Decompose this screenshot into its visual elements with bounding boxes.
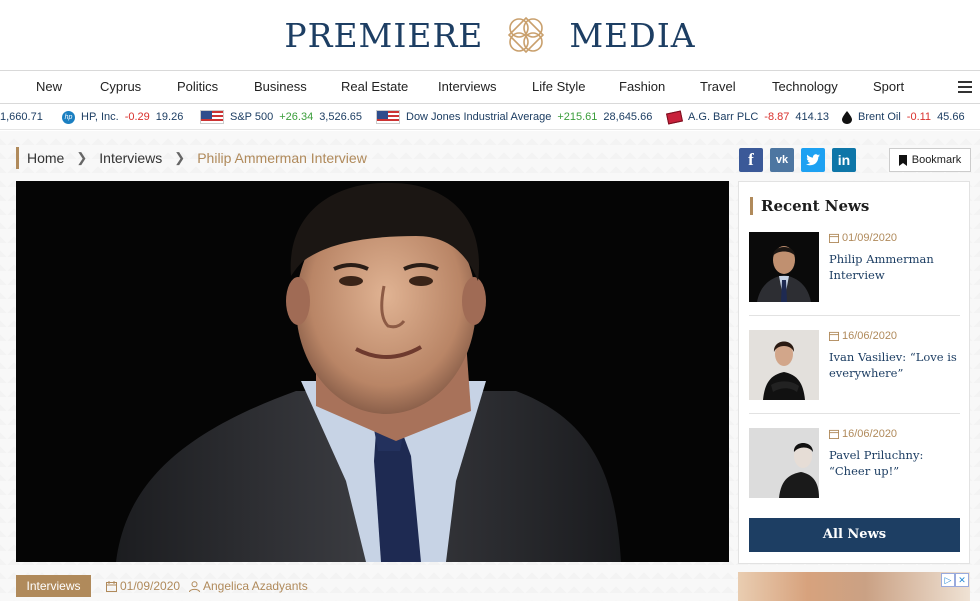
- nav-item-new[interactable]: New: [36, 71, 62, 103]
- linkedin-share-button[interactable]: in: [832, 148, 856, 172]
- news-date: 01/09/2020: [829, 232, 897, 244]
- breadcrumb-home[interactable]: Home: [27, 150, 64, 166]
- article-hero-image[interactable]: [16, 181, 729, 562]
- news-item[interactable]: 16/06/2020 Ivan Vasiliev: “Love is every…: [749, 330, 960, 402]
- nav-item-real-estate[interactable]: Real Estate: [341, 71, 408, 103]
- news-title[interactable]: Pavel Priluchny: “Cheer up!”: [829, 447, 960, 479]
- hp-logo-icon: hp: [62, 110, 75, 124]
- news-thumbnail: [749, 428, 819, 498]
- vk-share-button[interactable]: vk: [770, 148, 794, 172]
- logo-text-left: PREMIERE: [284, 15, 484, 55]
- divider: [749, 413, 960, 414]
- news-title[interactable]: Philip Ammerman Interview: [829, 251, 960, 283]
- news-item[interactable]: 16/06/2020 Pavel Priluchny: “Cheer up!”: [749, 428, 960, 500]
- oil-drop-icon: [842, 110, 852, 124]
- news-title[interactable]: Ivan Vasiliev: “Love is everywhere”: [829, 349, 960, 381]
- stock-ticker: 1,660.71 hp HP, Inc. -0.29 19.26 S&P 500…: [0, 104, 980, 130]
- ticker-item[interactable]: A.G. Barr PLC -8.87 414.13: [666, 104, 829, 129]
- calendar-icon: [829, 331, 839, 341]
- twitter-share-button[interactable]: [801, 148, 825, 172]
- calendar-icon: [106, 580, 117, 592]
- calendar-icon: [829, 429, 839, 439]
- ad-choices-badge[interactable]: ▷ ✕: [941, 573, 969, 587]
- category-tag[interactable]: Interviews: [16, 575, 91, 597]
- nav-item-fashion[interactable]: Fashion: [619, 71, 665, 103]
- all-news-button[interactable]: All News: [749, 518, 960, 552]
- chevron-right-icon: ❯: [76, 150, 88, 165]
- nav-item-sport[interactable]: Sport: [873, 71, 904, 103]
- recent-news-title: Recent News: [750, 197, 869, 215]
- breadcrumb: Home ❯ Interviews ❯ Philip Ammerman Inte…: [16, 147, 367, 169]
- ticker-item[interactable]: Dow Jones Industrial Average +215.61 28,…: [376, 104, 652, 129]
- bookmark-button[interactable]: Bookmark: [889, 148, 971, 172]
- calendar-icon: [829, 233, 839, 243]
- logo-text-right: MEDIA: [569, 15, 696, 55]
- portrait-photo: [16, 181, 729, 562]
- nav-item-travel[interactable]: Travel: [700, 71, 736, 103]
- nav-item-cyprus[interactable]: Cyprus: [100, 71, 141, 103]
- recent-news-sidebar: Recent News 01/09/2020 Philip Ammerman I…: [738, 181, 970, 564]
- close-icon[interactable]: ✕: [955, 573, 969, 587]
- advertisement-banner[interactable]: ▷ ✕: [738, 572, 970, 601]
- menu-icon[interactable]: [958, 81, 972, 93]
- chevron-right-icon: ❯: [174, 150, 186, 165]
- bookmark-icon: [898, 154, 907, 166]
- nav-item-politics[interactable]: Politics: [177, 71, 218, 103]
- ticker-partial: 1,660.71: [0, 111, 43, 123]
- masthead: PREMIERE MEDIA: [0, 0, 980, 70]
- breadcrumb-current: Philip Ammerman Interview: [197, 150, 367, 166]
- divider: [749, 315, 960, 316]
- ticker-item[interactable]: Brent Oil -0.11 45.66: [842, 104, 965, 129]
- user-icon: [189, 580, 200, 592]
- clover-logo-icon: [508, 16, 545, 54]
- facebook-share-button[interactable]: f: [739, 148, 763, 172]
- news-item[interactable]: 01/09/2020 Philip Ammerman Interview: [749, 232, 960, 304]
- ad-choices-icon: ▷: [941, 573, 955, 587]
- nav-item-business[interactable]: Business: [254, 71, 307, 103]
- nav-item-technology[interactable]: Technology: [772, 71, 838, 103]
- bookmark-label: Bookmark: [911, 154, 962, 166]
- breadcrumb-interviews[interactable]: Interviews: [99, 150, 162, 166]
- news-thumbnail: [749, 330, 819, 400]
- us-flag-icon: [376, 110, 400, 124]
- news-date: 16/06/2020: [829, 428, 897, 440]
- twitter-bird-icon: [806, 154, 820, 166]
- ticker-item[interactable]: hp HP, Inc. -0.29 19.26: [62, 104, 183, 129]
- article-date: 01/09/2020: [106, 579, 180, 593]
- nav-item-interviews[interactable]: Interviews: [438, 71, 497, 103]
- article-author[interactable]: Angelica Azadyants: [189, 579, 308, 593]
- ticker-item[interactable]: S&P 500 +26.34 3,526.65: [200, 104, 362, 129]
- agbarr-logo-icon: [666, 110, 683, 124]
- main-nav: New Cyprus Politics Business Real Estate…: [0, 70, 980, 104]
- us-flag-icon: [200, 110, 224, 124]
- news-thumbnail: [749, 232, 819, 302]
- nav-item-life-style[interactable]: Life Style: [532, 71, 585, 103]
- news-date: 16/06/2020: [829, 330, 897, 342]
- site-logo[interactable]: PREMIERE MEDIA: [0, 12, 980, 58]
